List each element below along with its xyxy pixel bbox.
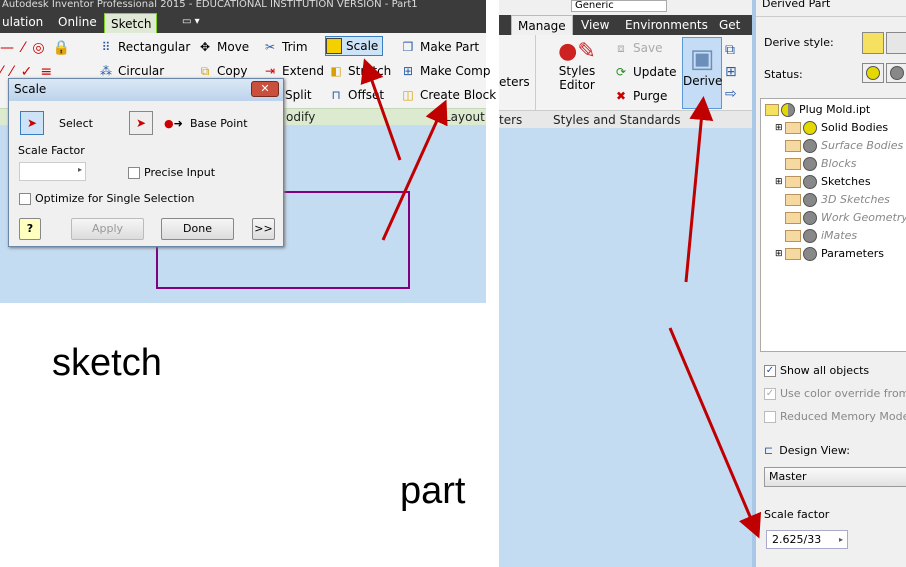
annotation-arrows bbox=[360, 58, 762, 539]
arrow-to-derive bbox=[684, 96, 714, 283]
arrow-to-scale-factor bbox=[668, 327, 762, 539]
arrow-to-layout bbox=[381, 99, 448, 241]
arrow-to-scale bbox=[360, 58, 402, 161]
